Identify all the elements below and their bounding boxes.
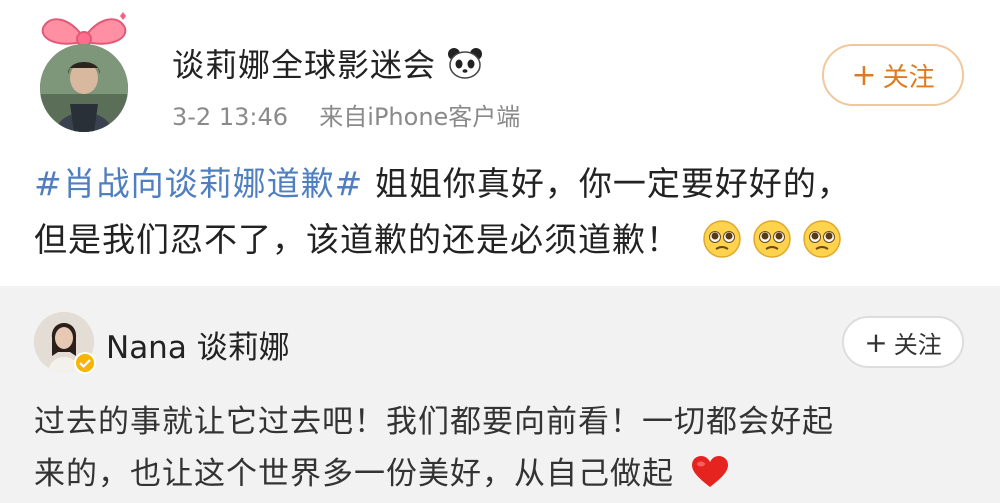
verified-badge-icon xyxy=(74,352,96,374)
screenshot-root: 谈莉娜全球影迷会 3-2 13:46 来自iPhone客户端 + 关注 #肖战向… xyxy=(0,0,1000,503)
post-line-2: 但是我们忍不了，该道歉的还是必须道歉！ xyxy=(34,212,974,268)
pleading-face-icon xyxy=(802,220,841,258)
poster-avatar-wrap[interactable] xyxy=(34,10,134,134)
follow-label: 关注 xyxy=(882,62,935,93)
post-text-1: 姐姐你真好，你一定要好好的， xyxy=(374,164,851,203)
poster-name-row: 谈莉娜全球影迷会 xyxy=(172,40,484,86)
reply-line-1: 过去的事就让它过去吧！我们都要向前看！一切都会好起 xyxy=(34,404,834,440)
reply-author-name[interactable]: Nana 谈莉娜 xyxy=(106,322,290,367)
post-meta: 3-2 13:46 来自iPhone客户端 xyxy=(172,97,520,132)
poster-name[interactable]: 谈莉娜全球影迷会 xyxy=(172,40,436,86)
avatar-photo xyxy=(40,44,128,132)
post-text-2: 但是我们忍不了，该道歉的还是必须道歉！ xyxy=(34,220,680,259)
follow-button[interactable]: + 关注 xyxy=(822,44,964,106)
reply-follow-label: 关注 xyxy=(893,330,942,359)
post-date: 3-2 xyxy=(172,103,212,131)
post-time: 13:46 xyxy=(218,103,289,131)
post-body: #肖战向谈莉娜道歉# 姐姐你真好，你一定要好好的， 但是我们忍不了，该道歉的还是… xyxy=(34,156,974,268)
red-heart-icon xyxy=(691,456,728,487)
weibo-post: 谈莉娜全球影迷会 3-2 13:46 来自iPhone客户端 + 关注 #肖战向… xyxy=(0,0,1000,286)
hashtag-link[interactable]: #肖战向谈莉娜道歉# xyxy=(34,164,363,203)
reply-card: Nana 谈莉娜 + 关注 过去的事就让它过去吧！我们都要向前看！一切都会好起 … xyxy=(0,286,1000,503)
post-source: 来自iPhone客户端 xyxy=(319,103,521,131)
plus-icon: + xyxy=(851,57,877,93)
pleading-face-icon xyxy=(752,220,791,258)
panda-icon xyxy=(448,48,483,79)
post-line-1: #肖战向谈莉娜道歉# 姐姐你真好，你一定要好好的， xyxy=(34,156,974,212)
plus-icon: + xyxy=(864,325,888,359)
reply-text-2: 来的，也让这个世界多一份美好，从自己做起 xyxy=(34,456,674,492)
pleading-face-icon xyxy=(702,220,741,258)
reply-follow-button[interactable]: + 关注 xyxy=(842,316,964,368)
avatar[interactable] xyxy=(40,44,128,132)
reply-line-2: 来的，也让这个世界多一份美好，从自己做起 xyxy=(34,448,974,500)
reply-body: 过去的事就让它过去吧！我们都要向前看！一切都会好起 来的，也让这个世界多一份美好… xyxy=(34,396,974,500)
